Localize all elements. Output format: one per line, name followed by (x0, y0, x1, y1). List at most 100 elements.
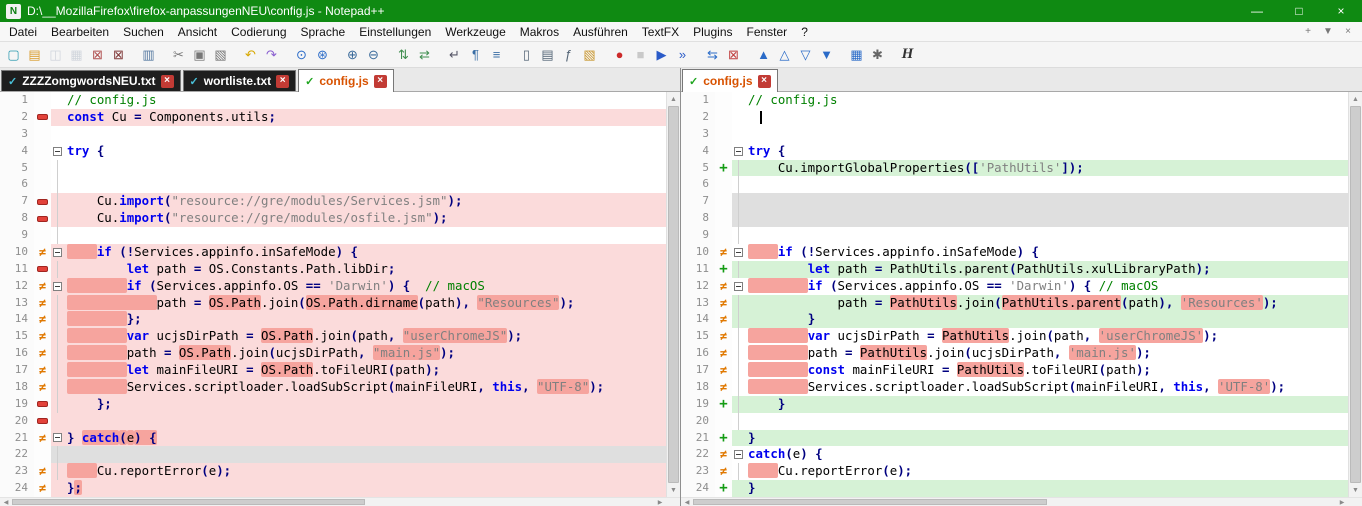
menu-item-ansicht[interactable]: Ansicht (171, 23, 224, 41)
close-button[interactable]: × (1320, 0, 1362, 22)
folder-as-workspace-icon[interactable]: ▧ (579, 45, 600, 65)
code-token (748, 345, 808, 360)
maximize-button[interactable]: □ (1278, 0, 1320, 22)
tab-close-icon[interactable]: × (758, 75, 771, 88)
print-icon[interactable]: ▥ (138, 45, 159, 65)
compare-nav-bar-icon[interactable]: ▦ (846, 45, 867, 65)
menu-item-einstellungen[interactable]: Einstellungen (352, 23, 438, 41)
cut-icon[interactable]: ✂ (168, 45, 189, 65)
scroll-left-arrow[interactable]: ◀ (0, 498, 12, 506)
zoom-in-icon[interactable]: ⊕ (342, 45, 363, 65)
fold-guide-line (738, 379, 739, 396)
redo-icon[interactable]: ↷ (261, 45, 282, 65)
compare-icon[interactable]: ⇆ (702, 45, 723, 65)
vertical-scrollbar[interactable]: ▲▼ (666, 92, 680, 497)
run-macro-multiple-icon[interactable]: » (672, 45, 693, 65)
menu-item-[interactable]: ? (794, 23, 815, 41)
menu-item-makros[interactable]: Makros (513, 23, 566, 41)
fold-marker[interactable] (734, 282, 743, 291)
tab-list-dropdown[interactable]: ▼ (1318, 26, 1338, 37)
horizontal-scrollbar-thumb[interactable] (12, 499, 365, 505)
tab-zzzzomgwordsneu-txt[interactable]: ✓ZZZZomgwordsNEU.txt× (1, 70, 181, 91)
fold-marker[interactable] (53, 248, 62, 257)
line-number: 19 (0, 396, 34, 413)
scroll-right-arrow[interactable]: ▶ (654, 498, 666, 506)
tab-wortliste-txt[interactable]: ✓wortliste.txt× (183, 70, 297, 91)
show-all-characters-icon[interactable]: ¶ (465, 45, 486, 65)
menu-item-ausf-hren[interactable]: Ausführen (566, 23, 635, 41)
fold-marker[interactable] (53, 282, 62, 291)
menu-item-sprache[interactable]: Sprache (294, 23, 353, 41)
tab-close-icon[interactable]: × (374, 75, 387, 88)
scroll-up-arrow[interactable]: ▲ (667, 92, 680, 106)
fold-marker[interactable] (734, 248, 743, 257)
tab-close-icon[interactable]: × (276, 75, 289, 88)
horizontal-scrollbar[interactable]: ◀▶ (681, 497, 1362, 506)
undo-icon[interactable]: ↶ (240, 45, 261, 65)
zoom-out-icon[interactable]: ⊖ (363, 45, 384, 65)
horizontal-scrollbar[interactable]: ◀▶ (0, 497, 680, 506)
new-tab-button[interactable]: + (1298, 26, 1318, 37)
close-tab-button[interactable]: × (1338, 26, 1358, 37)
word-wrap-icon[interactable]: ↵ (444, 45, 465, 65)
scroll-up-arrow[interactable]: ▲ (1349, 92, 1362, 106)
close-all-files-icon[interactable]: ⊠ (108, 45, 129, 65)
menu-item-bearbeiten[interactable]: Bearbeiten (44, 23, 116, 41)
close-file-icon[interactable]: ⊠ (87, 45, 108, 65)
open-file-icon[interactable]: ▤ (24, 45, 45, 65)
copy-icon[interactable]: ▣ (189, 45, 210, 65)
compare-settings-icon[interactable]: ✱ (867, 45, 888, 65)
code-line: 8 Cu.import("resource://gre/modules/osfi… (0, 210, 666, 227)
minimize-button[interactable]: — (1236, 0, 1278, 22)
code-token: PathUtils.parent (1002, 295, 1121, 310)
indent-guides-icon[interactable]: ≡ (486, 45, 507, 65)
first-diff-icon[interactable]: ▲ (753, 45, 774, 65)
menu-item-datei[interactable]: Datei (2, 23, 44, 41)
record-macro-icon[interactable]: ● (609, 45, 630, 65)
horizontal-scrollbar-track[interactable] (693, 498, 1336, 506)
scroll-down-arrow[interactable]: ▼ (1349, 483, 1362, 497)
menu-item-fenster[interactable]: Fenster (740, 23, 795, 41)
editor-text-area[interactable]: 1// config.js234try {5+ Cu.importGlobalP… (681, 92, 1348, 497)
horizontal-scrollbar-thumb[interactable] (693, 499, 1047, 505)
last-diff-icon[interactable]: ▼ (816, 45, 837, 65)
clear-compare-icon[interactable]: ⊠ (723, 45, 744, 65)
fold-guide-line (57, 379, 58, 396)
vertical-scrollbar[interactable]: ▲▼ (1348, 92, 1362, 497)
vertical-scrollbar-thumb[interactable] (668, 106, 679, 483)
find-icon[interactable]: ⊙ (291, 45, 312, 65)
new-file-icon[interactable]: ▢ (3, 45, 24, 65)
function-list-icon[interactable]: ƒ (558, 45, 579, 65)
scroll-right-arrow[interactable]: ▶ (1336, 498, 1348, 506)
vertical-scrollbar-thumb[interactable] (1350, 106, 1361, 483)
sync-vertical-scroll-icon[interactable]: ⇅ (393, 45, 414, 65)
editor-text-area[interactable]: 1// config.js2const Cu = Components.util… (0, 92, 666, 497)
tab-close-icon[interactable]: × (161, 75, 174, 88)
scroll-left-arrow[interactable]: ◀ (681, 498, 693, 506)
tab-config-js[interactable]: ✓config.js× (682, 69, 778, 92)
document-map-icon[interactable]: ▯ (516, 45, 537, 65)
fold-marker[interactable] (53, 147, 62, 156)
play-macro-icon[interactable]: ▶ (651, 45, 672, 65)
paste-icon[interactable]: ▧ (210, 45, 231, 65)
diff-margin (34, 126, 51, 143)
fold-marker[interactable] (734, 450, 743, 459)
scroll-down-arrow[interactable]: ▼ (667, 483, 680, 497)
sync-horizontal-scroll-icon[interactable]: ⇄ (414, 45, 435, 65)
fold-marker[interactable] (53, 433, 62, 442)
next-diff-icon[interactable]: ▽ (795, 45, 816, 65)
line-number: 21 (0, 430, 34, 447)
horizontal-scrollbar-track[interactable] (12, 498, 654, 506)
tab-config-js[interactable]: ✓config.js× (298, 69, 394, 92)
menu-item-suchen[interactable]: Suchen (116, 23, 171, 41)
code-token: = (875, 295, 890, 310)
document-list-icon[interactable]: ▤ (537, 45, 558, 65)
html-preview-icon[interactable]: H (897, 45, 918, 65)
menu-item-codierung[interactable]: Codierung (224, 23, 293, 41)
replace-icon[interactable]: ⊛ (312, 45, 333, 65)
menu-item-textfx[interactable]: TextFX (635, 23, 686, 41)
previous-diff-icon[interactable]: △ (774, 45, 795, 65)
fold-marker[interactable] (734, 147, 743, 156)
menu-item-werkzeuge[interactable]: Werkzeuge (438, 23, 512, 41)
menu-item-plugins[interactable]: Plugins (686, 23, 739, 41)
